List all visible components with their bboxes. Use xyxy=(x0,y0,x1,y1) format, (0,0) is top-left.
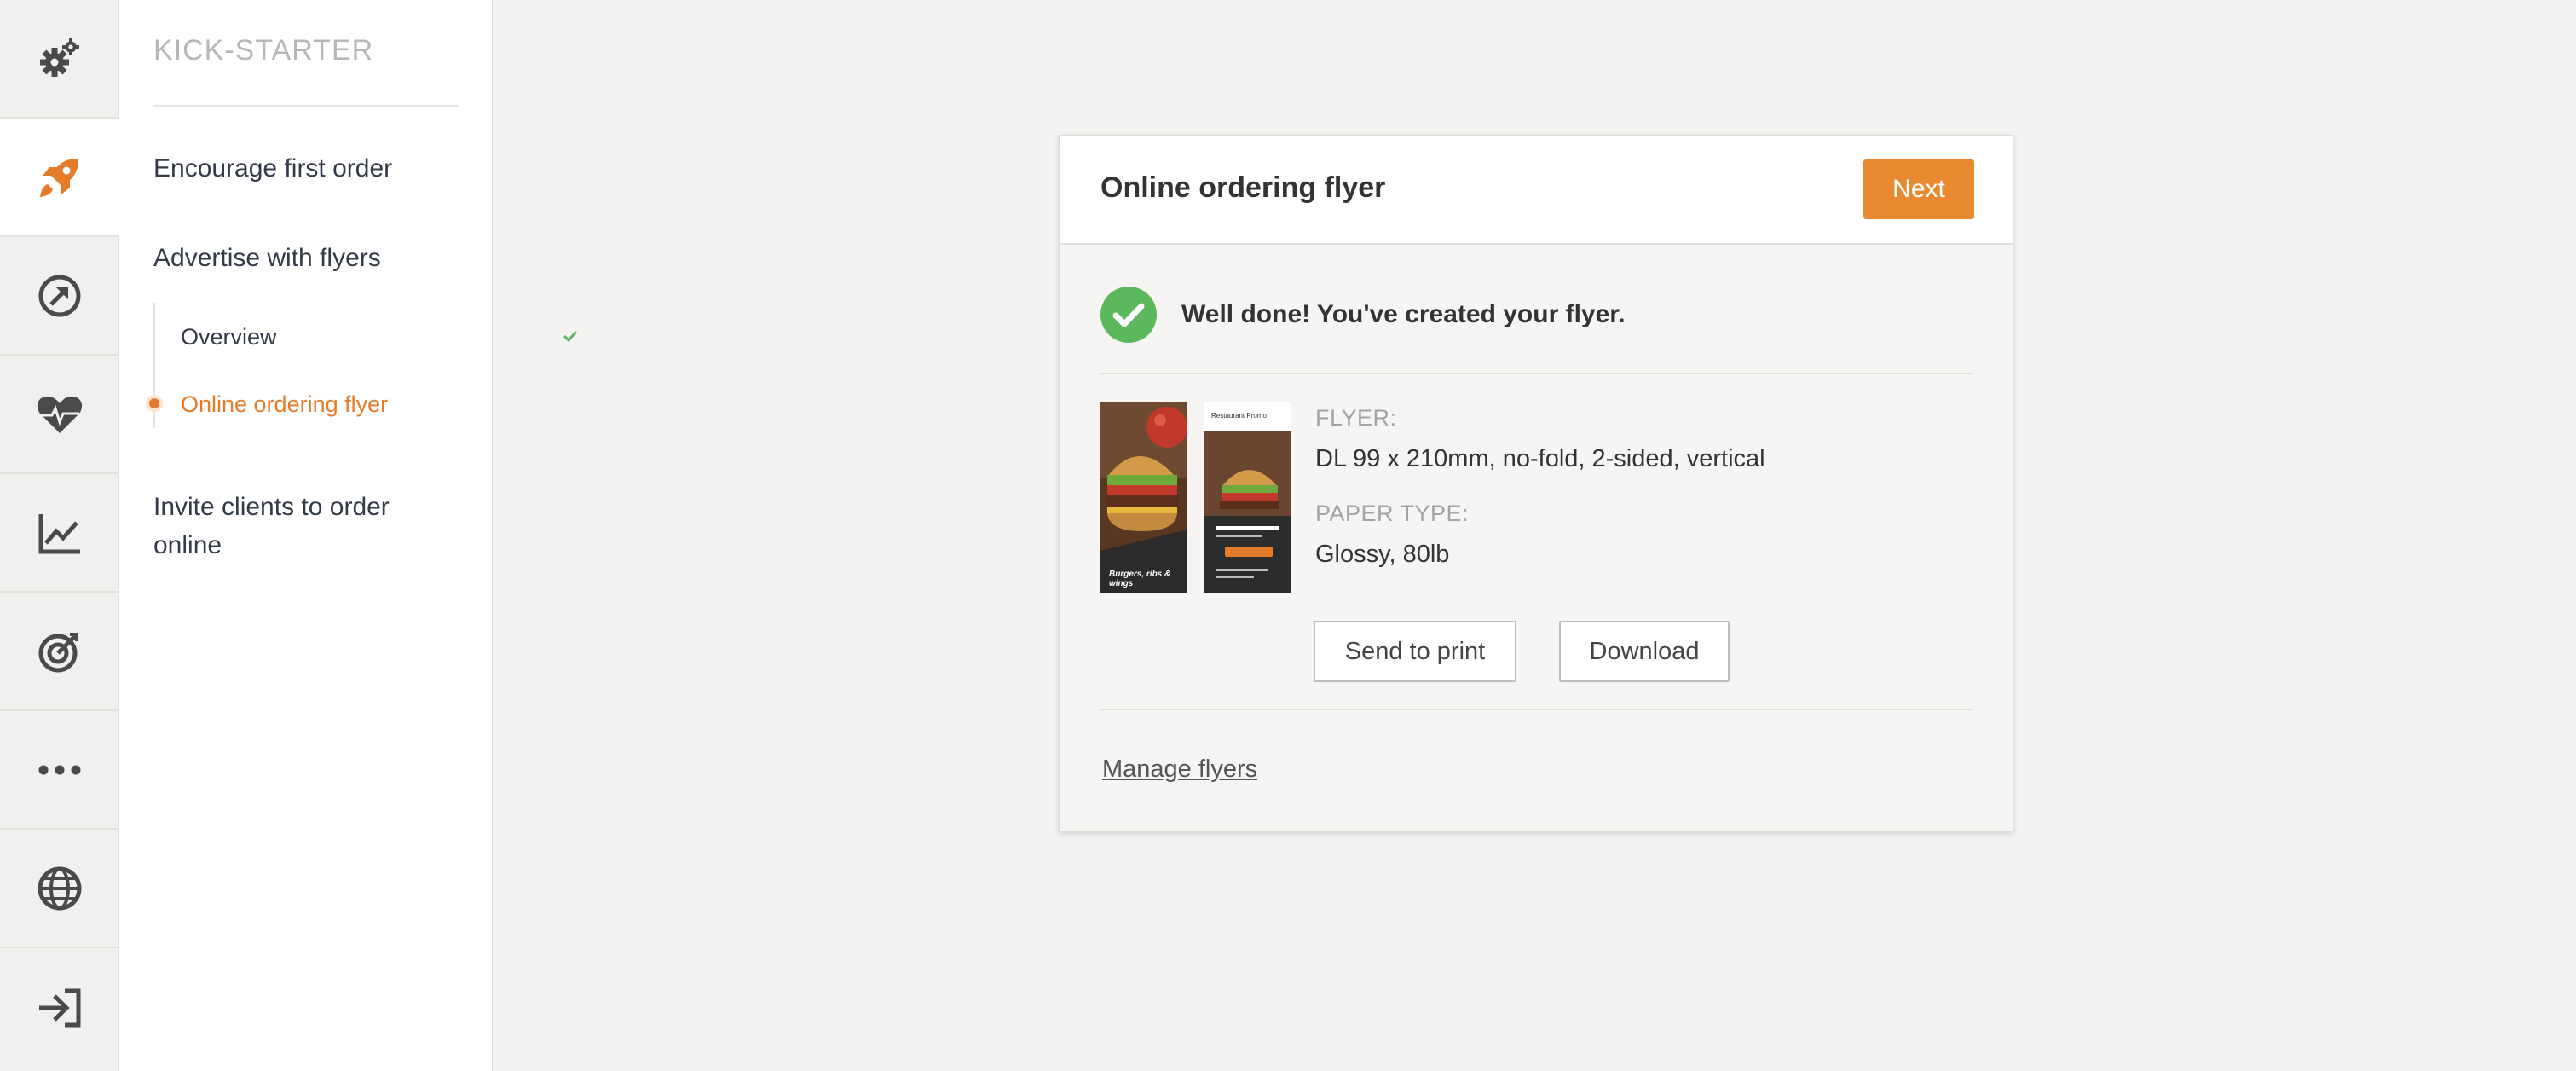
rail-item-marketing[interactable] xyxy=(0,593,119,711)
rocket-icon xyxy=(40,158,78,197)
active-dot xyxy=(149,398,159,408)
flyer-back-thumbnail[interactable] xyxy=(1204,402,1291,593)
manage-flyers-link[interactable]: Manage flyers xyxy=(1102,755,1257,784)
sub-nav-line xyxy=(153,303,155,428)
sidebar-divider xyxy=(153,105,459,107)
kickstarter-sidebar: KICK-STARTER Encourage first order Adver… xyxy=(119,0,578,1071)
flyer-card: Online ordering flyer Next Well done! Yo… xyxy=(1059,135,2013,832)
target-icon xyxy=(38,632,78,672)
sidebar-subitem-overview[interactable]: Overview xyxy=(181,324,277,350)
sidebar-subitem-online-ordering-flyer[interactable]: Online ordering flyer xyxy=(181,391,388,418)
card-header: Online ordering flyer Next xyxy=(1060,136,2013,245)
rail-item-analytics[interactable] xyxy=(0,474,119,593)
rail-item-more[interactable] xyxy=(0,711,119,830)
flyer-back-heading: Restaurant Promo xyxy=(1211,412,1267,420)
sign-in-icon xyxy=(39,988,81,1027)
flyer-front-thumbnail[interactable] xyxy=(1100,402,1187,593)
flyer-front-caption: Burgers, ribs & wings xyxy=(1109,570,1171,588)
flyer-value: DL 99 x 210mm, no-fold, 2-sided, vertica… xyxy=(1315,445,1765,472)
rail-item-explore[interactable] xyxy=(0,237,119,356)
sidebar-title: KICK-STARTER xyxy=(153,34,374,67)
sidebar-item-advertise-with-flyers[interactable]: Advertise with flyers xyxy=(153,239,381,277)
line-chart-icon xyxy=(38,513,80,553)
sidebar-item-encourage-first-order[interactable]: Encourage first order xyxy=(153,149,392,188)
compass-arrow-icon xyxy=(38,275,81,316)
divider xyxy=(1100,709,1973,710)
download-button[interactable]: Download xyxy=(1559,621,1730,682)
rail-item-signin[interactable] xyxy=(0,948,119,1067)
check-icon xyxy=(563,330,578,343)
flyer-label: FLYER: xyxy=(1315,405,1397,431)
paper-type-value: Glossy, 80lb xyxy=(1315,541,1450,568)
rail-item-health[interactable] xyxy=(0,356,119,474)
rail-item-website[interactable] xyxy=(0,830,119,948)
sidebar-item-invite-clients[interactable]: Invite clients to order online xyxy=(153,488,435,564)
globe-icon xyxy=(38,866,82,910)
next-button[interactable]: Next xyxy=(1863,159,1974,219)
gears-icon xyxy=(40,38,79,77)
more-icon xyxy=(38,765,81,774)
icon-rail xyxy=(0,0,119,1071)
rail-item-settings[interactable] xyxy=(0,0,119,119)
card-title: Online ordering flyer xyxy=(1100,171,1386,204)
success-message: Well done! You've created your flyer. xyxy=(1181,300,1626,328)
heartbeat-icon xyxy=(37,396,83,433)
rail-item-kickstarter[interactable] xyxy=(0,119,119,237)
divider xyxy=(1100,373,1973,374)
success-check-icon xyxy=(1100,287,1157,343)
send-to-print-button[interactable]: Send to print xyxy=(1314,621,1516,682)
paper-type-label: PAPER TYPE: xyxy=(1315,501,1470,526)
